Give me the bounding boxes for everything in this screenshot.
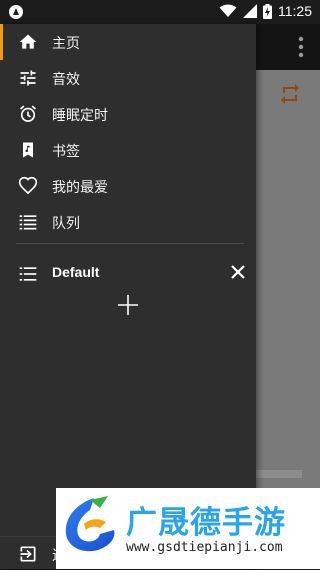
queue-icon <box>19 215 37 230</box>
playlist-icon <box>19 267 37 281</box>
drawer-item-label: 睡眠定时 <box>52 108 108 124</box>
exit-icon <box>20 546 36 562</box>
drawer-item-favorites[interactable]: 我的最爱 <box>0 168 256 204</box>
drawer-item-home[interactable]: 主页 <box>0 24 256 60</box>
plus-icon[interactable] <box>117 294 139 316</box>
drawer-item-label: 书签 <box>52 144 80 160</box>
status-bar: 11:25 <box>0 0 320 24</box>
drawer-item-sound-effects[interactable]: 音效 <box>0 60 256 96</box>
drawer-item-label: 我的最爱 <box>52 180 108 196</box>
drawer-item-sleep-timer[interactable]: 睡眠定时 <box>0 96 256 132</box>
repeat-icon[interactable] <box>278 82 302 106</box>
bookmark-icon <box>23 142 33 158</box>
playlist-label: Default <box>52 264 100 280</box>
progress-track <box>255 470 302 478</box>
home-icon <box>19 34 37 49</box>
more-vert-icon[interactable] <box>298 36 304 58</box>
watermark-url: www.gsdtiepianji.com <box>126 540 283 555</box>
battery-charging-icon <box>263 3 272 19</box>
watermark: 广晟德手游 www.gsdtiepianji.com <box>56 488 320 569</box>
drawer-divider <box>16 243 244 244</box>
drawer-item-label: 主页 <box>52 36 80 52</box>
brand-logo-icon <box>65 496 115 552</box>
heart-icon <box>18 176 38 195</box>
clock: 11:25 <box>278 3 312 19</box>
android-icon <box>9 5 23 19</box>
wifi-icon <box>219 4 237 17</box>
drawer-item-queue[interactable]: 队列 <box>0 204 256 240</box>
drawer-item-label: 音效 <box>52 72 80 88</box>
signal-icon <box>243 4 257 18</box>
close-icon[interactable] <box>229 263 247 281</box>
equalizer-icon <box>20 70 36 86</box>
alarm-icon <box>19 105 37 122</box>
playlist-item-default[interactable]: Default <box>0 256 256 292</box>
drawer-item-label: 队列 <box>52 216 80 232</box>
watermark-brand: 广晟德手游 <box>126 505 286 541</box>
active-indicator <box>0 24 3 60</box>
drawer-item-bookmarks[interactable]: 书签 <box>0 132 256 168</box>
